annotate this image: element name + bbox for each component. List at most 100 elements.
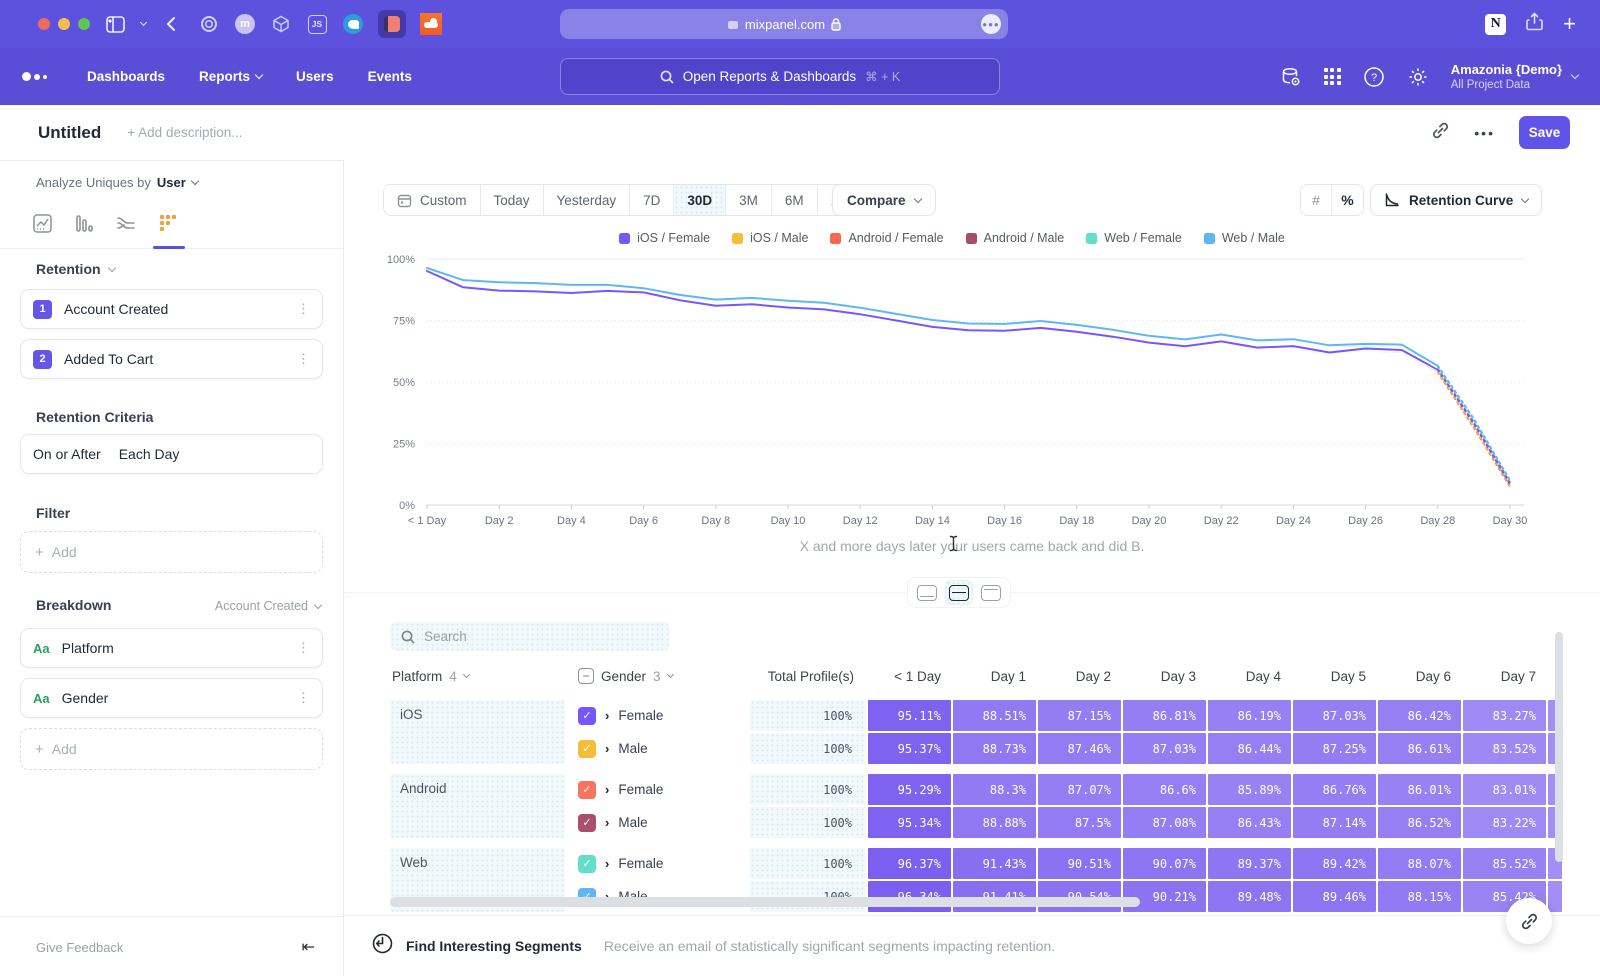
apps-grid-icon[interactable] <box>1324 68 1341 85</box>
tab-insights[interactable] <box>30 211 54 235</box>
add-breakdown-button[interactable]: +Add <box>20 728 323 770</box>
nav-item-reports[interactable]: Reports <box>199 69 262 84</box>
retention-value-cell[interactable]: 90.51% <box>1038 848 1121 879</box>
project-switcher[interactable]: Amazonia {Demo} All Project Data <box>1451 62 1578 91</box>
bird-extension-icon[interactable] <box>342 13 364 35</box>
day-column-header[interactable]: Day 4 <box>1208 669 1293 684</box>
retention-value-cell[interactable]: 88.73% <box>953 733 1036 764</box>
new-tab-icon[interactable]: + <box>1563 13 1576 35</box>
collapse-sidebar-icon[interactable]: ⇤ <box>302 937 315 957</box>
retention-value-cell[interactable]: 89.48% <box>1208 881 1291 912</box>
range-30d[interactable]: 30D <box>674 185 726 215</box>
range-yesterday[interactable]: Yesterday <box>544 185 631 215</box>
legend-item[interactable]: Web / Female <box>1086 231 1182 245</box>
js-extension-icon[interactable]: JS <box>306 13 328 35</box>
breakdown-event-selector[interactable]: Account Created <box>215 599 321 613</box>
legend-item[interactable]: iOS / Female <box>619 231 710 245</box>
retention-value-cell[interactable]: 83.27% <box>1463 700 1546 731</box>
nav-item-users[interactable]: Users <box>296 69 334 84</box>
sidebar-toggle-icon[interactable] <box>106 16 125 33</box>
retention-value-cell[interactable]: 86.01% <box>1378 774 1461 805</box>
legend-item[interactable]: Android / Female <box>830 231 943 245</box>
retention-value-cell[interactable]: 88.15% <box>1378 881 1461 912</box>
retention-value-cell[interactable]: 83.01% <box>1463 774 1546 805</box>
vertical-scrollbar[interactable] <box>1555 632 1563 862</box>
retention-value-cell[interactable]: 83.22% <box>1463 807 1546 838</box>
gender-row-female[interactable]: ✓›Female <box>565 700 750 731</box>
retention-value-cell[interactable]: 91.43% <box>953 848 1036 879</box>
series-checkbox[interactable]: ✓ <box>578 707 596 725</box>
close-window-button[interactable] <box>38 18 50 30</box>
expand-row-icon[interactable]: › <box>605 741 609 756</box>
give-feedback-link[interactable]: Give Feedback <box>36 940 123 955</box>
gender-row-male[interactable]: ✓›Male <box>565 807 750 838</box>
series-checkbox[interactable]: ✓ <box>578 855 596 873</box>
chevron-down-icon[interactable] <box>141 23 146 25</box>
platform-cell[interactable]: iOS <box>390 700 565 764</box>
retention-value-cell[interactable]: 88.3% <box>953 774 1036 805</box>
mixpanel-logo[interactable] <box>22 72 47 81</box>
kebab-menu-icon[interactable]: ⋮ <box>297 351 310 367</box>
percent-toggle-button[interactable]: % <box>1332 185 1363 215</box>
retention-value-cell[interactable]: 86.76% <box>1293 774 1376 805</box>
legend-item[interactable]: Web / Male <box>1204 231 1285 245</box>
retention-value-cell[interactable]: 87.5% <box>1038 807 1121 838</box>
table-search[interactable] <box>390 622 670 651</box>
horizontal-scrollbar[interactable] <box>390 897 1140 907</box>
active-extension-icon[interactable] <box>378 10 406 38</box>
data-management-icon[interactable] <box>1280 66 1302 88</box>
gender-row-female[interactable]: ✓›Female <box>565 774 750 805</box>
retention-value-cell[interactable]: 86.19% <box>1208 700 1291 731</box>
range-7d[interactable]: 7D <box>630 185 674 215</box>
range-today[interactable]: Today <box>481 185 544 215</box>
retention-criteria-selector[interactable]: On or After Each Day <box>20 434 323 474</box>
retention-value-cell[interactable]: 85.89% <box>1208 774 1291 805</box>
retention-value-cell[interactable]: 87.03% <box>1293 700 1376 731</box>
expand-row-icon[interactable]: › <box>605 708 609 723</box>
segments-title[interactable]: Find Interesting Segments <box>406 938 582 954</box>
platform-column-header[interactable]: Platform4 <box>390 669 565 684</box>
day-column-header[interactable]: Day 7 <box>1463 669 1548 684</box>
day-column-header[interactable]: < 1 Day <box>868 669 953 684</box>
legend-item[interactable]: iOS / Male <box>732 231 808 245</box>
more-options-button[interactable]: ••• <box>1474 125 1495 141</box>
m-extension-icon[interactable]: m <box>234 13 256 35</box>
nav-item-dashboards[interactable]: Dashboards <box>87 69 165 84</box>
gender-row-male[interactable]: ✓›Male <box>565 733 750 764</box>
retention-value-cell[interactable]: 87.46% <box>1038 733 1121 764</box>
back-icon[interactable] <box>166 16 176 32</box>
maximize-window-button[interactable] <box>78 18 90 30</box>
minimize-window-button[interactable] <box>58 18 70 30</box>
retention-value-cell[interactable]: 86.61% <box>1378 733 1461 764</box>
retention-value-cell[interactable]: 87.15% <box>1038 700 1121 731</box>
retention-step-2[interactable]: 2 Added To Cart ⋮ <box>20 339 323 379</box>
retention-value-cell[interactable]: 89.37% <box>1208 848 1291 879</box>
loop-extension-icon[interactable] <box>198 13 220 35</box>
kebab-menu-icon[interactable]: ⋮ <box>297 301 310 317</box>
retention-value-cell[interactable]: 95.34% <box>868 807 951 838</box>
collapse-all-checkbox[interactable]: − <box>578 668 594 684</box>
retention-line-chart[interactable]: 0%25%50%75%100%< 1 DayDay 2Day 4Day 6Day… <box>344 250 1560 540</box>
retention-value-cell[interactable]: 86.42% <box>1378 700 1461 731</box>
range-3m[interactable]: 3M <box>726 185 772 215</box>
retention-value-cell[interactable]: 86.44% <box>1208 733 1291 764</box>
retention-value-cell[interactable]: 96.37% <box>868 848 951 879</box>
retention-value-cell[interactable]: 87.07% <box>1038 774 1121 805</box>
retention-value-cell[interactable]: 85.52% <box>1463 848 1546 879</box>
breakdown-gender[interactable]: Aa Gender ⋮ <box>20 678 323 718</box>
tab-retention-active[interactable] <box>156 211 180 235</box>
cube-extension-icon[interactable] <box>270 13 292 35</box>
range-custom[interactable]: Custom <box>384 185 481 215</box>
analyze-uniques-selector[interactable]: Analyze Uniques by User <box>36 175 198 190</box>
address-bar[interactable]: mixpanel.com ●●● <box>560 9 1008 39</box>
share-icon[interactable] <box>1526 12 1543 36</box>
retention-value-cell[interactable]: 86.6% <box>1123 774 1206 805</box>
soundcloud-extension-icon[interactable] <box>420 13 442 35</box>
day-column-header[interactable]: Day 1 <box>953 669 1038 684</box>
chart-type-selector[interactable]: Retention Curve <box>1370 184 1542 216</box>
retention-value-cell[interactable]: 86.43% <box>1208 807 1291 838</box>
notion-icon[interactable]: N <box>1485 14 1506 35</box>
day-column-header[interactable]: Day 2 <box>1038 669 1123 684</box>
range-6m[interactable]: 6M <box>772 185 818 215</box>
retention-section-label[interactable]: Retention <box>36 261 115 277</box>
